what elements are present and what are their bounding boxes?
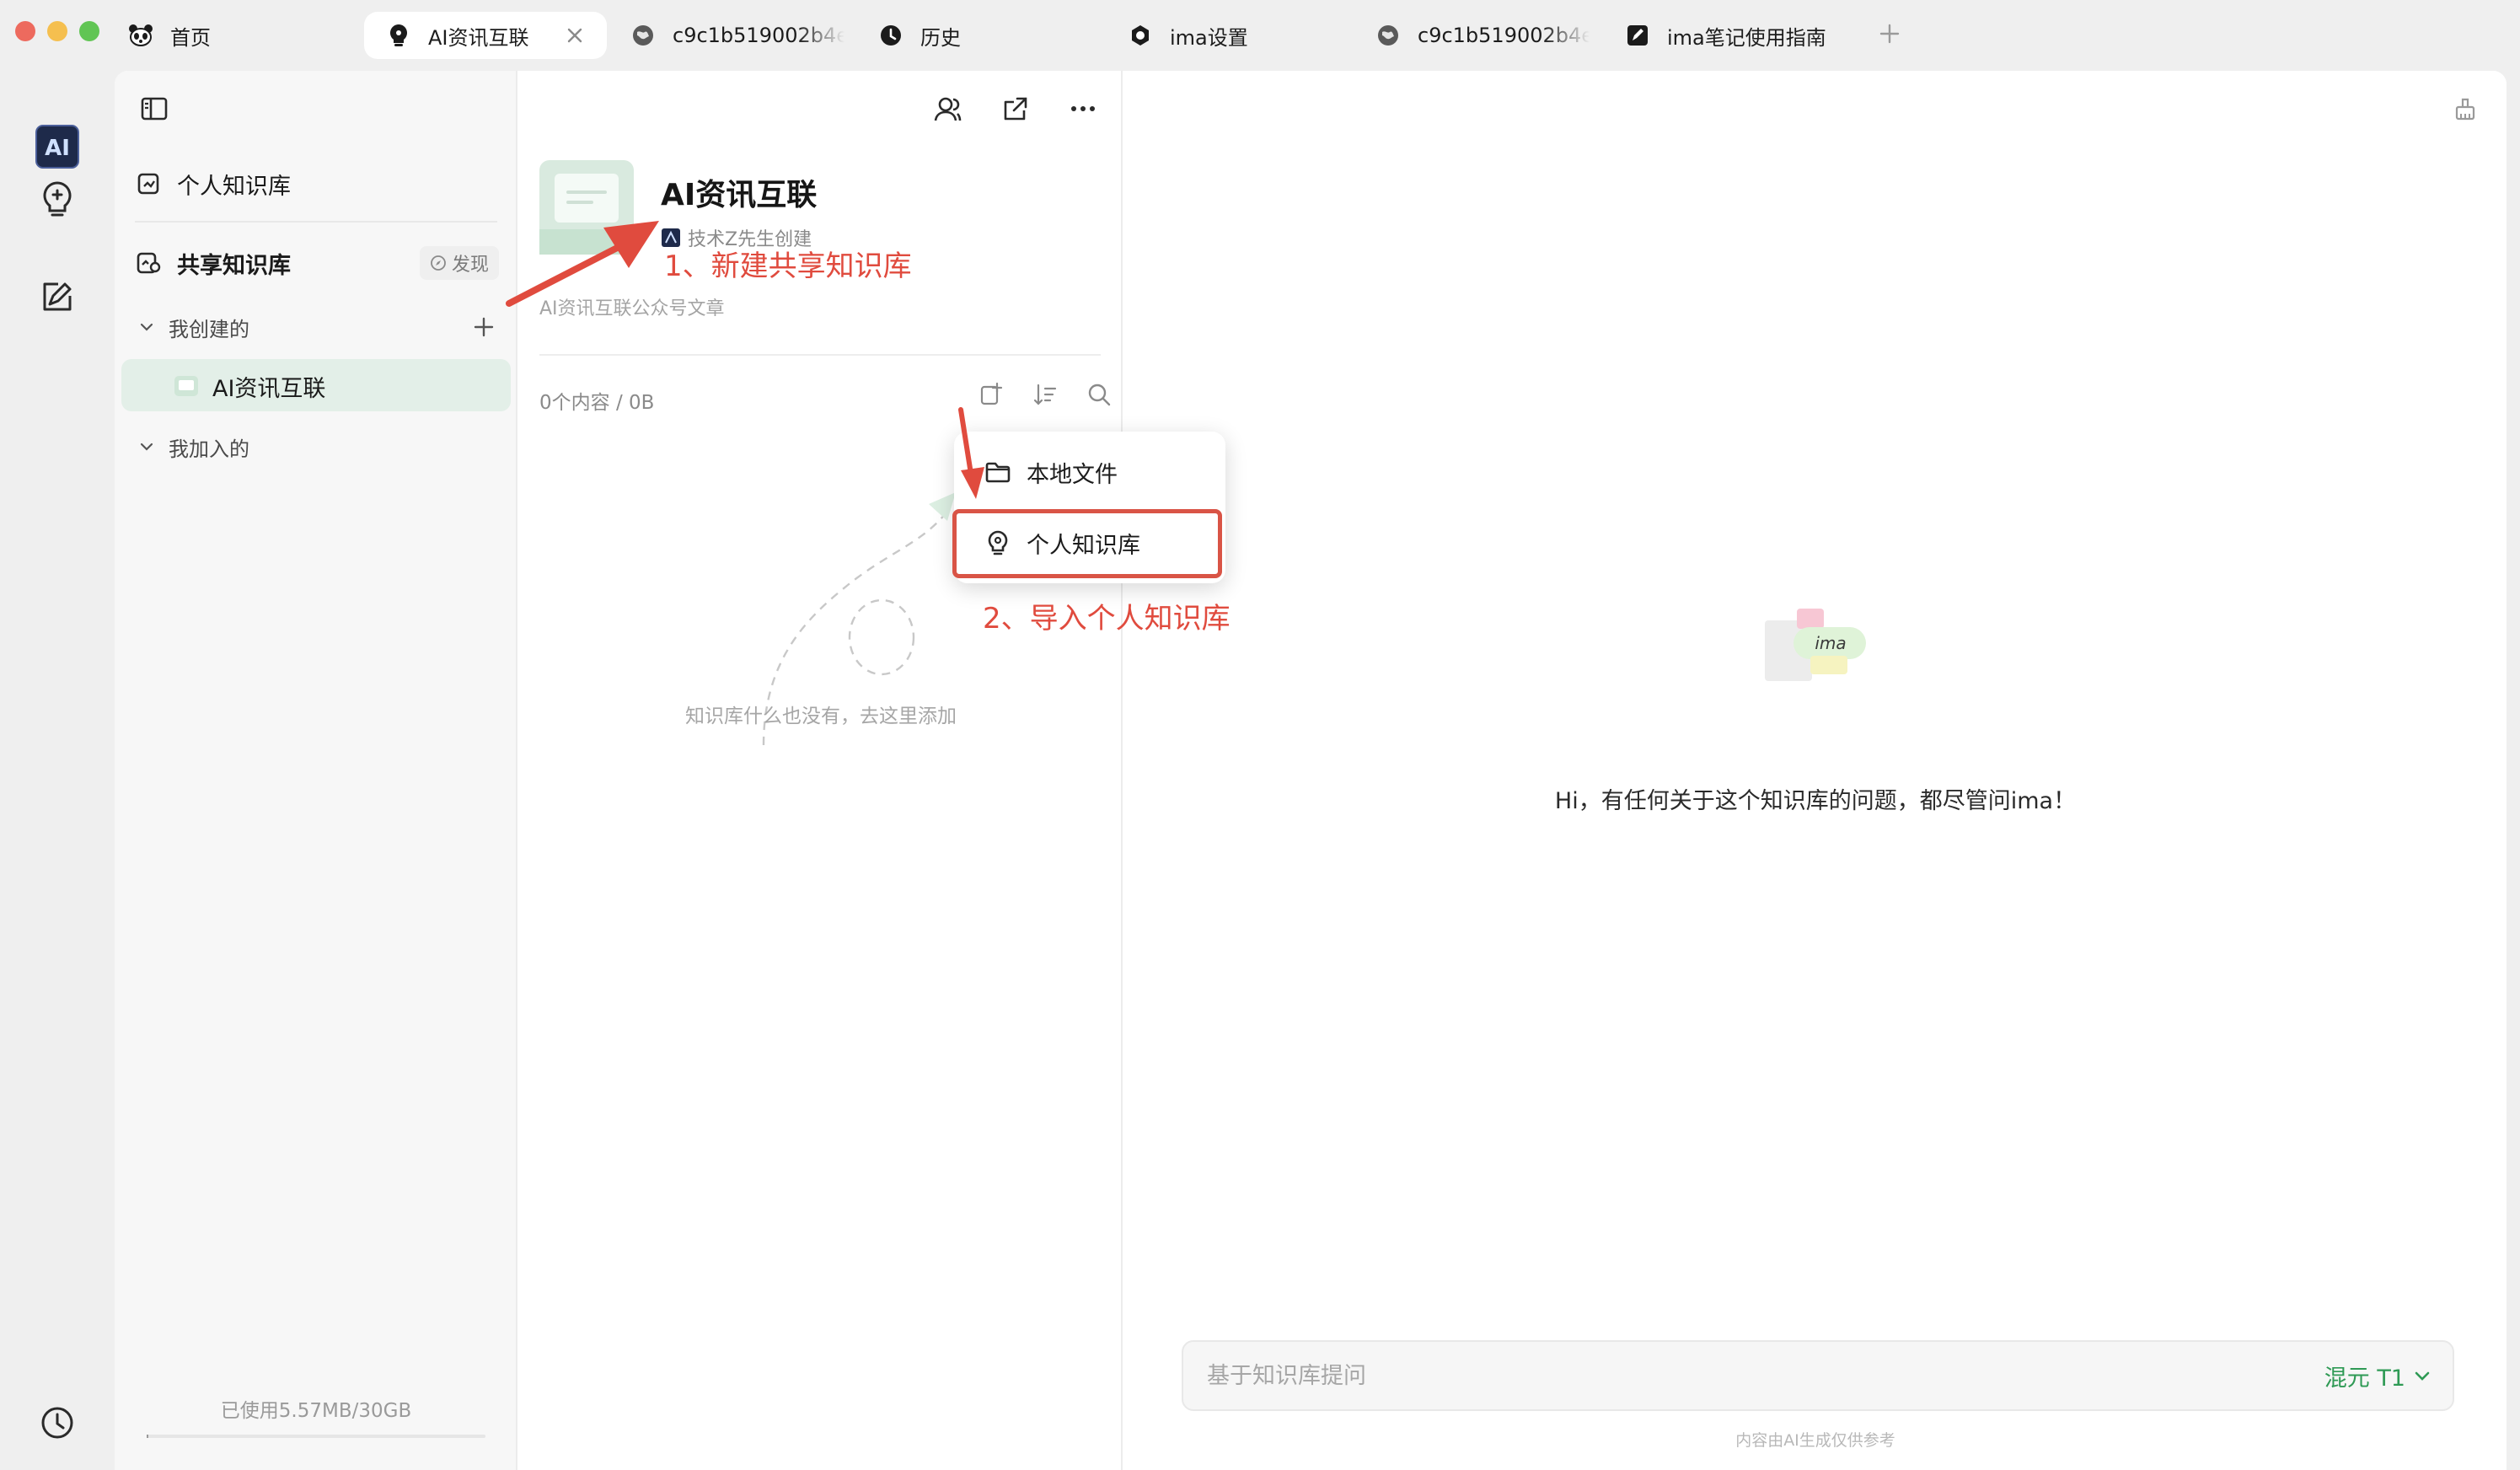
share-icon[interactable]	[996, 89, 1035, 128]
content-divider	[539, 354, 1101, 356]
tab-web-page-2[interactable]: c9c1b519002b4e1	[1354, 12, 1590, 59]
panda-icon	[128, 23, 153, 48]
bulb-icon	[386, 23, 411, 48]
chat-greeting: Hi，有任何关于这个知识库的问题，都尽管问ima！	[1554, 788, 2077, 814]
ima-logo-text: ima	[1815, 633, 1846, 653]
discover-button[interactable]: 发现	[419, 246, 499, 280]
folder-icon	[984, 459, 1011, 486]
new-tab-icon[interactable]	[1873, 17, 1906, 51]
history-nav-icon[interactable]	[34, 1399, 81, 1446]
compass-icon	[431, 255, 446, 271]
notes-nav-icon[interactable]	[34, 273, 81, 320]
created-group-label: 我创建的	[169, 317, 249, 341]
model-label: 混元 T1	[2324, 1365, 2405, 1392]
kb-sidebar: 个人知识库 共享知识库 发现 我创建的 AI资讯互联 我加入的 已使用5.57M…	[115, 71, 517, 1470]
empty-state-text: 知识库什么也没有，去这里添加	[685, 705, 957, 727]
note-icon	[1625, 23, 1650, 48]
search-icon[interactable]	[1082, 378, 1116, 411]
toggle-sidebar-icon[interactable]	[135, 89, 174, 128]
minimize-window-button[interactable]	[47, 21, 67, 41]
shared-kb-link[interactable]: 共享知识库	[135, 243, 291, 283]
kb-description: AI资讯互联公众号文章	[539, 298, 725, 319]
ask-input[interactable]	[1207, 1359, 2134, 1392]
chevron-down-icon	[137, 437, 157, 457]
main-window: 个人知识库 共享知识库 发现 我创建的 AI资讯互联 我加入的 已使用5.57M…	[115, 71, 2507, 1470]
close-window-button[interactable]	[15, 21, 35, 41]
knowledge-base-nav-icon[interactable]	[34, 175, 81, 223]
kb-title: AI资讯互联	[661, 178, 818, 212]
personal-kb-link[interactable]: 个人知识库	[135, 164, 291, 204]
tab-label: c9c1b519002b4e1	[1418, 24, 1590, 47]
tab-label: AI资讯互联	[428, 25, 529, 50]
clock-icon	[878, 23, 903, 48]
avatar-text: AI	[45, 136, 70, 161]
highlight-box	[952, 509, 1222, 578]
globe-icon	[630, 23, 656, 48]
add-content-icon[interactable]	[974, 378, 1008, 411]
shared-kb-label: 共享知识库	[177, 252, 291, 279]
close-tab-icon[interactable]	[563, 24, 587, 47]
personal-kb-label: 个人知识库	[177, 173, 291, 200]
storage-bar-fill	[147, 1435, 148, 1438]
tab-bar: 首页 AI资讯互联 c9c1b519002b4e1 历史 ima设置 c9c1b	[0, 0, 2520, 72]
tab-ai-news[interactable]: AI资讯互联	[364, 12, 607, 59]
personal-kb-icon	[135, 170, 162, 197]
storage-usage: 已使用5.57MB/30GB	[220, 1400, 412, 1422]
add-kb-icon[interactable]	[467, 310, 501, 344]
shared-kb-icon	[135, 249, 162, 276]
created-group-header[interactable]: 我创建的	[137, 308, 249, 346]
left-rail: AI	[0, 72, 115, 1470]
ima-logo-icon: ima	[1765, 609, 1866, 681]
clear-chat-icon[interactable]	[2446, 89, 2485, 128]
settings-icon	[1128, 23, 1153, 48]
menu-item-local-file[interactable]: 本地文件	[954, 442, 1225, 502]
chevron-down-icon	[2415, 1371, 2430, 1381]
tab-home[interactable]: 首页	[106, 12, 342, 59]
globe-icon	[1375, 23, 1401, 48]
content-count: 0个内容 / 0B	[539, 392, 655, 414]
ai-disclaimer: 内容由AI生成仅供参考	[1735, 1431, 1895, 1450]
tab-label: 首页	[170, 25, 211, 50]
joined-group-header[interactable]: 我加入的	[137, 428, 249, 465]
tab-label: 历史	[920, 25, 961, 50]
model-select[interactable]: 混元 T1	[2324, 1359, 2432, 1392]
storage-bar	[147, 1435, 485, 1438]
kb-item-ai-news[interactable]: AI资讯互联	[174, 366, 325, 406]
annotation-step-2: 2、导入个人知识库	[983, 602, 1231, 636]
sidebar-divider	[135, 221, 497, 223]
tab-label: ima设置	[1170, 25, 1248, 50]
kb-thumbnail-icon	[174, 373, 199, 399]
tab-label: c9c1b519002b4e1	[673, 24, 844, 47]
maximize-window-button[interactable]	[79, 21, 99, 41]
ask-box: 混元 T1	[1182, 1340, 2454, 1411]
user-avatar[interactable]: AI	[34, 123, 81, 170]
tab-history[interactable]: 历史	[856, 12, 1092, 59]
tab-label: ima笔记使用指南	[1667, 25, 1826, 50]
joined-group-label: 我加入的	[169, 437, 249, 461]
tab-ima-guide[interactable]: ima笔记使用指南	[1603, 12, 1856, 59]
more-options-icon[interactable]	[1064, 89, 1102, 128]
kb-cover-image	[539, 160, 634, 255]
tab-web-page-1[interactable]: c9c1b519002b4e1	[609, 12, 844, 59]
chevron-down-icon	[137, 317, 157, 337]
annotation-step-1: 1、新建共享知识库	[664, 249, 912, 283]
chat-panel: ima Hi，有任何关于这个知识库的问题，都尽管问ima！ 混元 T1 内容由A…	[1124, 71, 2507, 1470]
menu-item-label: 本地文件	[1027, 461, 1118, 488]
discover-label: 发现	[451, 255, 489, 276]
kb-item-label: AI资讯互联	[212, 375, 326, 402]
tab-ima-settings[interactable]: ima设置	[1106, 12, 1342, 59]
sort-icon[interactable]	[1028, 378, 1062, 411]
members-icon[interactable]	[929, 89, 968, 128]
